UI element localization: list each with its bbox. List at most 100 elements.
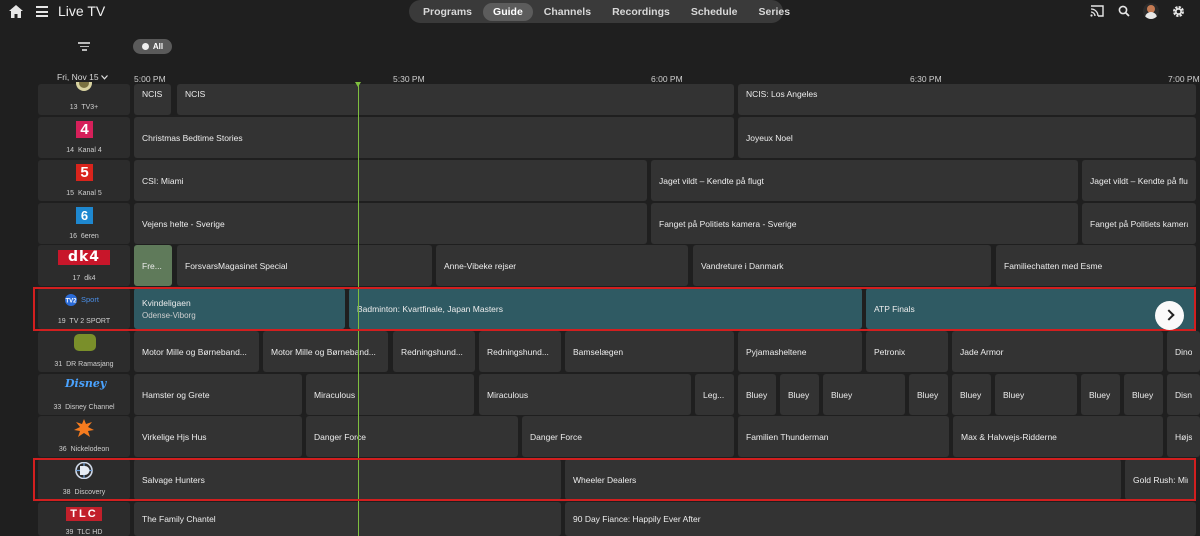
time-label: 5:30 PM <box>393 74 425 84</box>
channel-cell[interactable]: Disney 33 Disney Channel <box>38 374 130 415</box>
program-cell[interactable]: Redningshund... <box>479 331 561 372</box>
channel-cell[interactable]: 38 Discovery <box>38 459 130 500</box>
program-cell[interactable]: 90 Day Fiance: Happily Ever After <box>565 502 1196 536</box>
cast-icon[interactable] <box>1090 5 1104 17</box>
channel-row: 5 15 Kanal 5 CSI: Miami Jaget vildt – Ke… <box>0 160 1200 201</box>
program-cell[interactable]: Max & Halvvejs-Ridderne <box>953 416 1163 457</box>
program-cell[interactable]: Motor Mille og Børneband... <box>263 331 388 372</box>
tab-schedule[interactable]: Schedule <box>681 3 748 21</box>
program-cell[interactable]: Motor Mille og Børneband... <box>134 331 259 372</box>
program-cell[interactable]: Fanget på Politiets kamera - Sverige <box>651 203 1078 244</box>
user-avatar[interactable] <box>1143 3 1159 19</box>
program-cell[interactable]: Bluey <box>995 374 1077 415</box>
channel-number: 33 Disney Channel <box>53 404 115 411</box>
discovery-logo <box>75 462 93 479</box>
channel-cell[interactable]: 6 16 6eren <box>38 203 130 244</box>
program-cell[interactable]: Bluey <box>1124 374 1163 415</box>
tab-guide[interactable]: Guide <box>483 2 533 21</box>
program-cell[interactable]: Anne-Vibeke rejser <box>436 245 688 286</box>
program-cell[interactable]: Bluey <box>738 374 776 415</box>
page-title: Live TV <box>58 3 106 19</box>
program-cell[interactable]: ForsvarsMagasinet Special <box>177 245 432 286</box>
program-cell[interactable]: Miraculous <box>479 374 691 415</box>
program-cell[interactable]: Fanget på Politiets kamera <box>1082 203 1196 244</box>
program-cell[interactable]: Gold Rush: Mine <box>1125 459 1196 500</box>
date-selector[interactable]: Fri, Nov 15 <box>57 72 108 82</box>
channel-cell[interactable]: 13 TV3+ <box>38 82 130 115</box>
program-cell[interactable]: NCIS: Los Angeles <box>738 84 1196 115</box>
program-cell[interactable]: Virkelige Hjs Hus <box>134 416 302 457</box>
channel-number: 17 dk4 <box>72 275 96 282</box>
program-cell[interactable]: Dino- <box>1167 331 1200 372</box>
program-cell[interactable]: Joyeux Noel <box>738 117 1196 158</box>
tab-programs[interactable]: Programs <box>413 3 482 21</box>
channel-number: 14 Kanal 4 <box>66 147 102 154</box>
program-cell[interactable]: Bamselægen <box>565 331 734 372</box>
program-cell[interactable]: Bluey <box>823 374 905 415</box>
filter-chip-all[interactable]: All <box>133 39 172 54</box>
program-cell[interactable]: The Family Chantel <box>134 502 561 536</box>
ramasjang-logo <box>74 334 96 351</box>
time-label: 7:00 PM <box>1168 74 1200 84</box>
program-cell[interactable]: Højs <box>1167 416 1200 457</box>
tv3plus-logo <box>76 82 92 91</box>
program-cell[interactable]: Disne <box>1167 374 1200 415</box>
channel-number: 19 TV 2 SPORT <box>57 318 111 325</box>
program-cell[interactable]: NCIS <box>134 84 171 115</box>
channel-cell[interactable]: 4 14 Kanal 4 <box>38 117 130 158</box>
program-cell[interactable]: Vandreture i Danmark <box>693 245 991 286</box>
program-cell[interactable]: NCIS <box>177 84 734 115</box>
program-cell[interactable]: Danger Force <box>306 416 518 457</box>
program-cell[interactable]: CSI: Miami <box>134 160 647 201</box>
program-cell[interactable]: Bluey <box>909 374 948 415</box>
now-line <box>358 84 359 536</box>
program-cell[interactable]: Wheeler Dealers <box>565 459 1121 500</box>
program-cell[interactable]: Christmas Bedtime Stories <box>134 117 734 158</box>
tab-series[interactable]: Series <box>749 3 801 21</box>
program-cell[interactable]: Badminton: Kvartfinale, Japan Masters <box>349 288 862 329</box>
program-cell[interactable]: ATP Finals <box>866 288 1196 329</box>
search-icon[interactable] <box>1118 5 1130 17</box>
program-cell[interactable]: Bluey <box>780 374 819 415</box>
channel-cell[interactable]: 31 DR Ramasjang <box>38 331 130 372</box>
disney-channel-logo: Disney <box>65 377 107 390</box>
channel-cell[interactable]: TLC 39 TLC HD <box>38 502 130 536</box>
hamburger-menu-icon[interactable] <box>36 6 48 17</box>
channel-cell[interactable]: dk4 17 dk4 <box>38 245 130 286</box>
channel-row: 38 Discovery Salvage Hunters Wheeler Dea… <box>0 459 1200 500</box>
program-cell[interactable]: Leg... <box>695 374 734 415</box>
top-bar: Live TV Programs Guide Channels Recordin… <box>0 0 1200 24</box>
tab-channels[interactable]: Channels <box>534 3 601 21</box>
sort-filter-icon[interactable] <box>78 42 90 51</box>
program-cell[interactable]: Jaget vildt – Kendte på flugt <box>651 160 1078 201</box>
time-label: 6:30 PM <box>910 74 942 84</box>
program-cell[interactable]: Salvage Hunters <box>134 459 561 500</box>
channel-cell[interactable]: 36 Nickelodeon <box>38 416 130 457</box>
svg-text:TV2: TV2 <box>65 298 77 304</box>
program-cell[interactable]: Miraculous <box>306 374 474 415</box>
program-cell[interactable]: Hamster og Grete <box>134 374 302 415</box>
gear-icon[interactable] <box>1172 5 1185 18</box>
program-cell[interactable]: Jaget vildt – Kendte på flugt <box>1082 160 1196 201</box>
program-cell[interactable]: Danger Force <box>522 416 734 457</box>
program-cell[interactable]: Redningshund... <box>393 331 475 372</box>
scroll-right-button[interactable] <box>1155 301 1184 330</box>
channel-row: Disney 33 Disney Channel Hamster og Gret… <box>0 374 1200 415</box>
channel-cell[interactable]: 5 15 Kanal 5 <box>38 160 130 201</box>
program-cell[interactable]: Pyjamasheltene <box>738 331 862 372</box>
program-cell[interactable]: Jade Armor <box>952 331 1163 372</box>
program-cell[interactable]: Kvindeligaen Odense-Viborg <box>134 288 345 329</box>
program-cell[interactable]: Petronix <box>866 331 948 372</box>
channel-number: 15 Kanal 5 <box>66 190 102 197</box>
home-icon[interactable] <box>9 5 23 18</box>
program-cell[interactable]: Bluey <box>1081 374 1120 415</box>
tab-recordings[interactable]: Recordings <box>602 3 680 21</box>
nickelodeon-logo <box>74 419 94 437</box>
program-cell[interactable]: Familiechatten med Esme <box>996 245 1196 286</box>
program-cell[interactable]: Bluey <box>952 374 991 415</box>
program-cell[interactable]: Vejens helte - Sverige <box>134 203 647 244</box>
channel-cell[interactable]: TV2 Sport 19 TV 2 SPORT <box>38 288 130 329</box>
program-cell[interactable]: Familien Thunderman <box>738 416 949 457</box>
channel-number: 16 6eren <box>69 233 99 240</box>
program-cell[interactable]: Fre... <box>134 245 172 286</box>
